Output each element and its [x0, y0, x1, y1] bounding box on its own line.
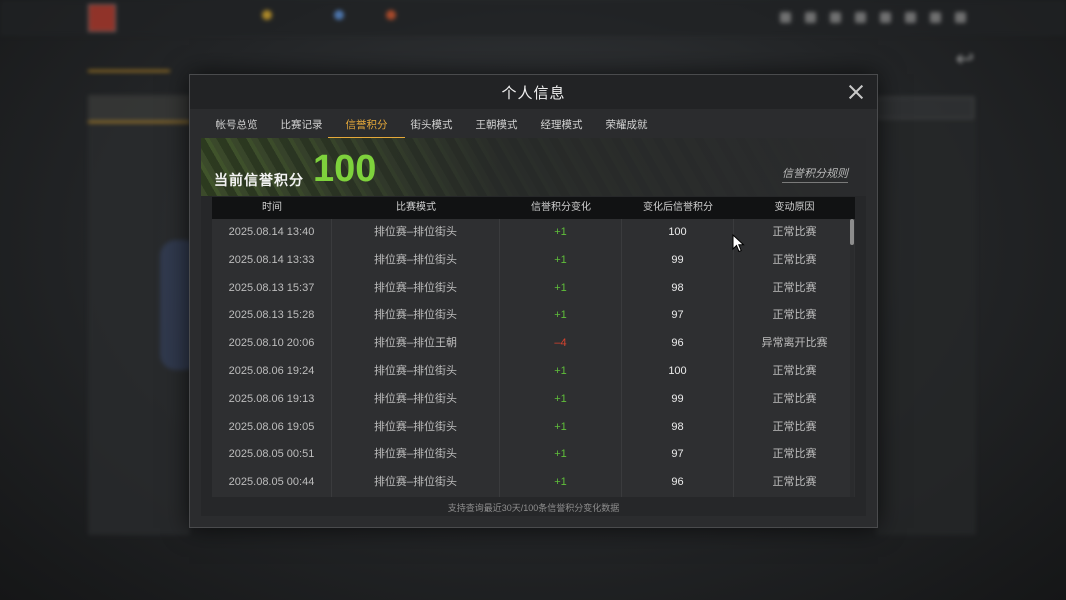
- table-row: 2025.08.14 13:40 排位赛–排位街头 +1 100 正常比赛: [212, 219, 855, 247]
- cell-change: +1: [500, 385, 622, 414]
- background-left-tab: [88, 95, 190, 123]
- cell-mode: 排位赛–排位街头: [332, 385, 500, 414]
- cell-reason: 正常比赛: [772, 309, 817, 322]
- table-row: 2025.08.05 00:51 排位赛–排位街头 +1 97 正常比赛: [212, 441, 855, 470]
- cell-time: 2025.08.06 19:13: [212, 385, 332, 414]
- modal-header: 个人信息: [190, 75, 877, 109]
- cell-mode: 排位赛–排位街头: [332, 469, 500, 497]
- cell-change: +1: [500, 219, 622, 247]
- tab-account-overview[interactable]: 帐号总览: [204, 111, 269, 139]
- cell-after: 100: [622, 357, 734, 386]
- background-nav-indicator: [88, 70, 170, 72]
- cell-time: 2025.08.13 15:28: [212, 302, 332, 331]
- modal-title: 个人信息: [501, 85, 566, 102]
- credit-history-table: 时间 比赛模式 信誉积分变化 变化后信誉积分 变动原因 2025.08.14 1…: [212, 197, 855, 497]
- cell-mode: 排位赛–排位街头: [332, 219, 500, 247]
- header-mode: 比赛模式: [396, 202, 436, 213]
- table-row: 2025.08.14 13:33 排位赛–排位街头 +1 99 正常比赛: [212, 246, 855, 275]
- cell-time: 2025.08.05 00:51: [212, 441, 332, 470]
- cell-mode: 排位赛–排位街头: [332, 274, 500, 303]
- personal-info-modal: 个人信息 帐号总览 比赛记录 信誉积分 街头模式 王朝模式 经理模式 荣耀成就 …: [189, 74, 878, 528]
- credit-score-content: 当前信誉积分 100 信誉积分规则 时间 比赛模式 信誉积分变化 变化后信誉积分…: [201, 138, 866, 516]
- table-header: 时间 比赛模式 信誉积分变化 变化后信誉积分 变动原因: [212, 197, 855, 219]
- cell-change: –4: [500, 330, 622, 358]
- cell-mode: 排位赛–排位街头: [332, 246, 500, 275]
- table-row: 2025.08.06 19:24 排位赛–排位街头 +1 100 正常比赛: [212, 357, 855, 386]
- tab-credit-score[interactable]: 信誉积分: [328, 111, 405, 139]
- cell-after: 99: [622, 246, 734, 275]
- cell-time: 2025.08.14 13:40: [212, 219, 332, 247]
- cell-change: +1: [500, 274, 622, 303]
- cell-mode: 排位赛–排位王朝: [332, 330, 500, 358]
- cell-mode: 排位赛–排位街头: [332, 302, 500, 331]
- cell-time: 2025.08.13 15:37: [212, 274, 332, 303]
- table-row: 2025.08.13 15:37 排位赛–排位街头 +1 98 正常比赛: [212, 274, 855, 303]
- cell-reason: 正常比赛: [772, 253, 817, 266]
- header-change: 信誉积分变化: [531, 202, 591, 213]
- query-limit-note: 支持查询最近30天/100条信誉积分变化数据: [447, 503, 620, 513]
- background-top-icons: [780, 12, 966, 23]
- header-time: 时间: [262, 202, 282, 213]
- cell-after: 98: [622, 274, 734, 303]
- cell-time: 2025.08.10 20:06: [212, 330, 332, 358]
- cell-after: 96: [622, 330, 734, 358]
- cell-time: 2025.08.14 13:33: [212, 246, 332, 275]
- cell-after: 99: [622, 385, 734, 414]
- tab-manager-mode[interactable]: 经理模式: [529, 111, 594, 139]
- cell-time: 2025.08.05 00:44: [212, 469, 332, 497]
- table-row: 2025.08.05 00:44 排位赛–排位街头 +1 96 正常比赛: [212, 469, 855, 497]
- background-back-arrow-icon: ↩: [955, 46, 974, 71]
- cell-change: +1: [500, 357, 622, 386]
- score-rules-link[interactable]: 信誉积分规则: [782, 165, 848, 183]
- cell-after: 97: [622, 441, 734, 470]
- background-badge-icon: [386, 10, 396, 20]
- background-right-panel: [876, 95, 976, 535]
- background-avatar: [88, 4, 116, 32]
- cell-mode: 排位赛–排位街头: [332, 413, 500, 442]
- tab-bar: 帐号总览 比赛记录 信誉积分 街头模式 王朝模式 经理模式 荣耀成就: [204, 111, 659, 139]
- tab-match-records[interactable]: 比赛记录: [269, 111, 334, 139]
- cell-reason: 正常比赛: [772, 420, 817, 433]
- tab-street-mode[interactable]: 街头模式: [399, 111, 464, 139]
- cell-reason: 正常比赛: [772, 226, 817, 238]
- cell-reason: 正常比赛: [772, 448, 817, 461]
- table-scrollbar[interactable]: [850, 219, 854, 497]
- background-coin-icon: [262, 10, 272, 20]
- cell-mode: 排位赛–排位街头: [332, 357, 500, 386]
- close-icon[interactable]: [845, 81, 867, 103]
- credit-score-banner: 当前信誉积分 100 信誉积分规则: [201, 138, 866, 196]
- cell-change: +1: [500, 441, 622, 470]
- cell-mode: 排位赛–排位街头: [332, 441, 500, 470]
- current-score-label: 当前信誉积分: [214, 172, 304, 188]
- table-body[interactable]: 2025.08.14 13:40 排位赛–排位街头 +1 100 正常比赛 2025.08…: [212, 219, 855, 497]
- tab-honor-achievements[interactable]: 荣耀成就: [594, 111, 659, 139]
- cell-reason: 异常离开比赛: [761, 337, 828, 350]
- mouse-cursor-icon: [732, 233, 745, 253]
- cell-change: +1: [500, 469, 622, 497]
- header-after: 变化后信誉积分: [643, 202, 713, 213]
- cell-after: 100: [622, 219, 734, 247]
- cell-reason: 正常比赛: [772, 392, 817, 405]
- cell-time: 2025.08.06 19:05: [212, 413, 332, 442]
- background-right-select: [876, 97, 974, 119]
- header-reason: 变动原因: [774, 202, 815, 213]
- cell-change: +1: [500, 302, 622, 331]
- cell-reason: 正常比赛: [772, 364, 817, 377]
- table-row: 2025.08.13 15:28 排位赛–排位街头 +1 97 正常比赛: [212, 302, 855, 331]
- cell-reason: 正常比赛: [772, 281, 817, 294]
- table-row: 2025.08.10 20:06 排位赛–排位王朝 –4 96 异常离开比赛: [212, 330, 855, 358]
- background-gem-icon: [334, 10, 344, 20]
- table-row: 2025.08.06 19:05 排位赛–排位街头 +1 98 正常比赛: [212, 413, 855, 442]
- tab-dynasty-mode[interactable]: 王朝模式: [464, 111, 529, 139]
- cell-change: +1: [500, 246, 622, 275]
- table-row: 2025.08.06 19:13 排位赛–排位街头 +1 99 正常比赛: [212, 385, 855, 414]
- cell-after: 96: [622, 469, 734, 497]
- cell-change: +1: [500, 413, 622, 442]
- cell-reason: 正常比赛: [772, 476, 817, 489]
- scrollbar-thumb[interactable]: [850, 219, 854, 245]
- cell-time: 2025.08.06 19:24: [212, 357, 332, 386]
- cell-after: 97: [622, 302, 734, 331]
- cell-after: 98: [622, 413, 734, 442]
- current-score-value: 100: [313, 148, 377, 190]
